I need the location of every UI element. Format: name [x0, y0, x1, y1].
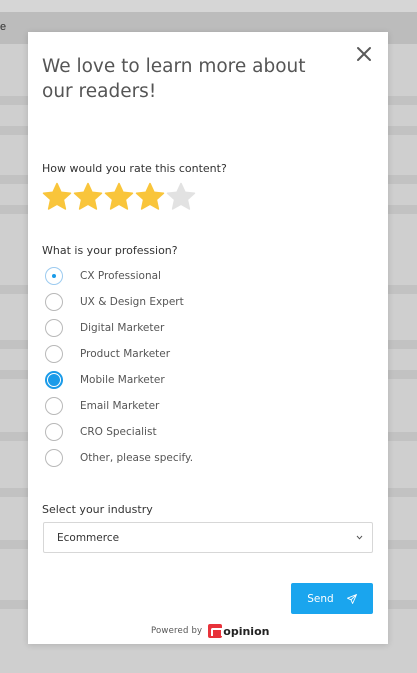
radio-button[interactable]: [45, 267, 63, 285]
powered-by-text: Powered by: [151, 626, 203, 636]
star-filled-icon[interactable]: [42, 182, 73, 212]
profession-option-label: Product Marketer: [80, 348, 171, 360]
send-button-label: Send: [307, 592, 334, 605]
profession-option[interactable]: Email Marketer: [45, 393, 193, 419]
industry-question-label: Select your industry: [42, 503, 153, 516]
chevron-down-icon: [356, 534, 363, 541]
radio-button[interactable]: [45, 371, 63, 389]
profession-option-label: Mobile Marketer: [80, 374, 165, 386]
profession-option[interactable]: CRO Specialist: [45, 419, 193, 445]
close-button[interactable]: [354, 44, 374, 64]
radio-button[interactable]: [45, 293, 63, 311]
industry-select-value: Ecommerce: [57, 532, 120, 544]
star-filled-icon[interactable]: [73, 182, 104, 212]
rating-question-label: How would you rate this content?: [42, 162, 227, 175]
radio-button[interactable]: [45, 319, 63, 337]
radio-button[interactable]: [45, 345, 63, 363]
brand-name[interactable]: opinion: [223, 625, 269, 638]
radio-button[interactable]: [45, 423, 63, 441]
profession-option[interactable]: Mobile Marketer: [45, 367, 193, 393]
send-button[interactable]: Send: [291, 583, 373, 614]
profession-radio-group: CX Professional UX & Design Expert Digital…: [45, 263, 193, 471]
profession-option-label: Digital Marketer: [80, 322, 165, 334]
profession-option[interactable]: UX & Design Expert: [45, 289, 193, 315]
background-top-strip: [0, 0, 417, 12]
star-rating: [42, 182, 197, 212]
profession-option-label: Email Marketer: [80, 400, 160, 412]
radio-button[interactable]: [45, 397, 63, 415]
profession-option[interactable]: Other, please specify.: [45, 445, 193, 471]
profession-option-label: CRO Specialist: [80, 426, 157, 438]
mopinion-logo-icon[interactable]: [208, 624, 224, 638]
star-empty-icon[interactable]: [166, 182, 197, 212]
feedback-modal: We love to learn more about our readers!…: [28, 32, 388, 644]
profession-option[interactable]: CX Professional: [45, 263, 193, 289]
survey-title: We love to learn more about our readers!: [42, 56, 306, 102]
background-header-text: e: [0, 21, 7, 33]
profession-option-label: UX & Design Expert: [80, 296, 184, 308]
star-filled-icon[interactable]: [104, 182, 135, 212]
profession-question-label: What is your profession?: [42, 244, 178, 257]
profession-option-label: CX Professional: [80, 270, 161, 282]
radio-button[interactable]: [45, 449, 63, 467]
close-icon[interactable]: [354, 44, 374, 64]
powered-by: Powered by opinion: [151, 623, 269, 639]
profession-option[interactable]: Digital Marketer: [45, 315, 193, 341]
profession-option-label: Other, please specify.: [80, 452, 194, 464]
industry-select[interactable]: Ecommerce: [43, 522, 373, 553]
profession-option[interactable]: Product Marketer: [45, 341, 193, 367]
star-filled-icon[interactable]: [135, 182, 166, 212]
paper-plane-icon: [346, 593, 357, 604]
